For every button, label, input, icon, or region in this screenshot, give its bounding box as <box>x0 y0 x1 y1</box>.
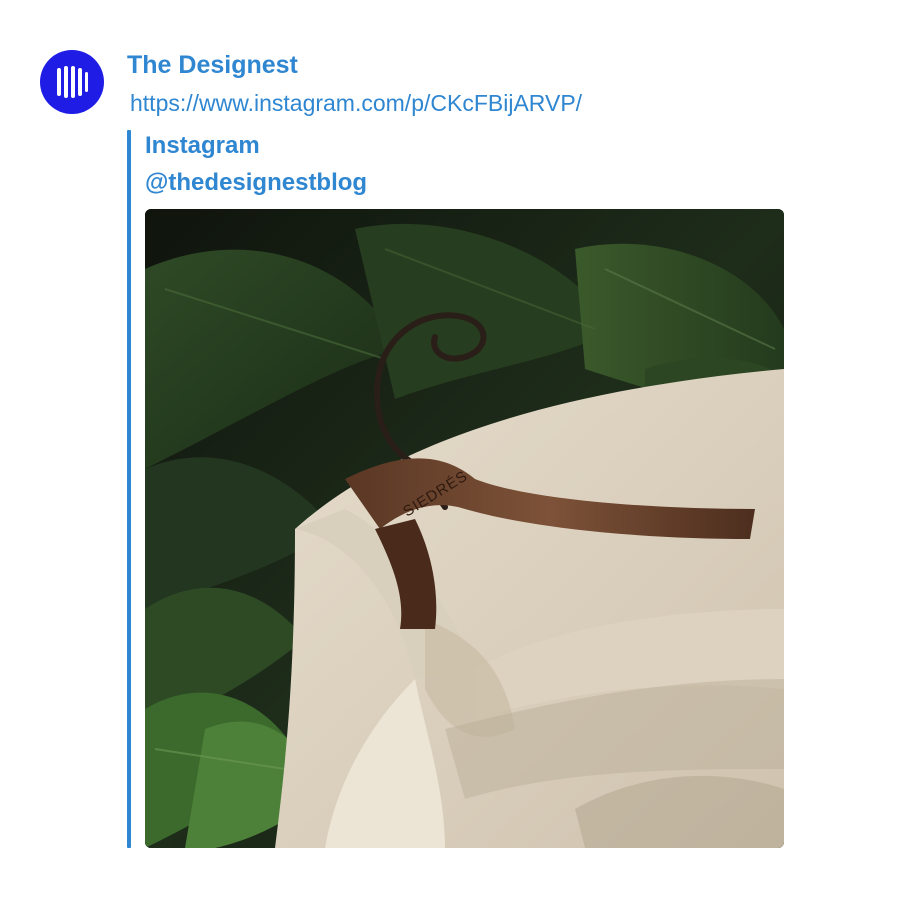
photo-hanger-shirt-icon: SIEDRÉS <box>145 209 784 848</box>
embed-title[interactable]: @thedesignestblog <box>145 168 367 198</box>
author-avatar[interactable] <box>40 50 104 114</box>
embed-accent-bar <box>127 130 131 848</box>
embed-provider[interactable]: Instagram <box>145 131 260 161</box>
designest-logo-icon <box>57 66 88 98</box>
message-link[interactable]: https://www.instagram.com/p/CKcFBijARVP/ <box>130 89 582 117</box>
embed-image[interactable]: SIEDRÉS <box>145 209 784 848</box>
author-name[interactable]: The Designest <box>127 50 298 80</box>
